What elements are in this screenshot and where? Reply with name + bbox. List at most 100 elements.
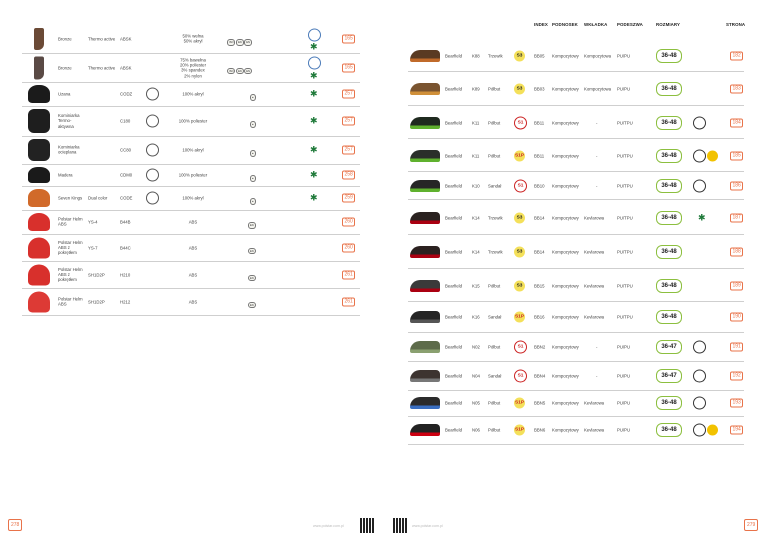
shoe-type: Sandał <box>488 314 502 320</box>
header-toe: PODNOSEK <box>552 22 578 27</box>
page-reference[interactable]: 191 <box>730 342 744 352</box>
shoe-model: K16 <box>472 314 480 320</box>
page-reference[interactable]: 165 <box>342 63 356 72</box>
shoe-index: BB10 <box>534 182 545 188</box>
balaclava-insulated-image <box>28 139 50 161</box>
shoe-toe: Kompozytowy <box>552 53 579 59</box>
page-reference[interactable]: 259 <box>342 193 356 203</box>
safety-class-badge: S1P <box>514 150 525 161</box>
product-name: Polstar Helm ABS <box>58 296 83 307</box>
ce-certification-icon <box>146 143 159 157</box>
shoe-type: Półbut <box>488 344 501 350</box>
right-website[interactable]: www.polstar.com.pl <box>412 524 443 528</box>
right-qr-code <box>393 518 408 533</box>
shoe-brand: Bearfield <box>445 86 462 92</box>
page-reference[interactable]: 257 <box>342 116 356 126</box>
shoe-type: Trzewik <box>488 248 503 254</box>
product-variant: YS-7 <box>88 244 98 250</box>
slip-resistance-icon <box>693 116 706 129</box>
page-reference[interactable]: 188 <box>730 247 744 256</box>
product-code: ABSK <box>120 36 132 42</box>
page-reference[interactable]: 257 <box>342 89 356 99</box>
helmet-red-image <box>28 213 50 231</box>
shoe-image <box>410 50 440 62</box>
balaclava-image <box>28 109 50 133</box>
page-reference[interactable]: 193 <box>730 398 744 408</box>
standard-pictograms: EN <box>248 222 256 229</box>
shoe-insole: Kevlarowa <box>584 248 605 254</box>
safety-class-badge: S3 <box>514 50 525 62</box>
page-reference[interactable]: 185 <box>730 151 744 160</box>
page-reference[interactable]: 183 <box>730 84 744 94</box>
slip-resistance-icon <box>693 179 706 192</box>
slip-resistance-icon <box>693 396 706 410</box>
page-reference[interactable]: 186 <box>730 181 744 190</box>
page-reference[interactable]: 189 <box>730 281 744 290</box>
ce-certification-icon <box>146 191 159 205</box>
page-reference[interactable]: 184 <box>730 118 744 127</box>
beanie-image <box>28 85 50 103</box>
snowflake-icon: ✱ <box>310 144 318 155</box>
standard-pictograms: ISO EN EN <box>227 67 252 75</box>
shoe-brand: Bearfield <box>445 400 462 406</box>
page-reference[interactable]: 261 <box>342 297 356 306</box>
page-reference[interactable]: 192 <box>730 371 744 381</box>
product-code: ABSK <box>120 64 132 70</box>
shoe-insole: Kevlarowa <box>584 282 605 288</box>
shoe-index: BB05 <box>534 53 545 59</box>
page-reference[interactable]: 182 <box>730 51 744 61</box>
page-reference[interactable]: 260 <box>342 243 356 252</box>
shoe-index: BB16 <box>534 314 545 320</box>
product-variant: Dual color <box>88 195 108 201</box>
shoe-model: K11 <box>472 119 480 125</box>
shoe-model: N02 <box>472 344 480 350</box>
page-reference[interactable]: 194 <box>730 425 744 435</box>
page-reference[interactable]: 257 <box>342 145 356 155</box>
right-folio: 279 <box>744 519 759 531</box>
helmet-red-visor-image <box>28 264 50 285</box>
oeko-tex-icon <box>308 28 321 42</box>
shoe-model: N04 <box>472 373 480 379</box>
right-page: INDEX PODNOSEK WKŁADKA PODESZWA ROZMIARY… <box>384 0 768 543</box>
page-reference[interactable]: 261 <box>342 270 356 279</box>
product-code: B44B <box>120 219 131 225</box>
product-code: B44C <box>120 244 131 250</box>
shoe-model: K89 <box>472 86 480 92</box>
shoe-row: Bearfield N02 Półbut S1 BBN2 Kompozytowy - PU/P… <box>408 333 744 362</box>
product-code: H210 <box>120 271 131 277</box>
shoe-image <box>410 279 440 292</box>
size-range-badge: 36-48 <box>656 396 682 410</box>
shoe-index: BBN4 <box>534 373 546 379</box>
shoe-index: BB14 <box>534 214 545 220</box>
page-reference[interactable]: 260 <box>342 217 356 227</box>
shoe-toe: Kompozytowy <box>552 427 579 433</box>
product-material: 100% akryl <box>182 91 204 97</box>
standard-pictograms: ● <box>250 175 256 182</box>
page-reference[interactable]: 190 <box>730 312 744 322</box>
shoe-image <box>410 149 440 162</box>
product-material: ABS <box>188 271 198 277</box>
shoe-index: BBN5 <box>534 400 546 406</box>
shoe-image <box>410 179 440 192</box>
safety-class-badge: S1P <box>514 397 525 409</box>
shoe-image <box>410 341 440 353</box>
page-reference[interactable]: 165 <box>342 34 356 44</box>
page-reference[interactable]: 258 <box>342 170 356 180</box>
product-row: Madera CDM0 100% poliester ● ✱ 258 <box>22 164 360 187</box>
shoe-index: BBN6 <box>534 427 546 433</box>
safety-class-badge: S1 <box>514 340 527 354</box>
shoe-insole: Kevlarowa <box>584 314 605 320</box>
shoe-row: Bearfield N06 Półbut S1P BBN6 Kompozytowy Kevl… <box>408 416 744 445</box>
safety-class-badge: S3 <box>514 246 525 257</box>
shoe-toe: Kompozytowy <box>552 182 579 188</box>
size-range-badge: 36-48 <box>656 49 682 63</box>
left-website[interactable]: www.polstar.com.pl <box>313 524 344 528</box>
snowflake-icon: ✱ <box>310 88 318 99</box>
shoe-image <box>410 116 440 129</box>
standard-pictograms: ● <box>250 150 256 157</box>
page-reference[interactable]: 187 <box>730 213 744 222</box>
standard-pictograms: ● <box>250 94 256 101</box>
product-variant: YS-4 <box>88 219 98 225</box>
standard-pictograms: EN <box>248 274 256 282</box>
shoe-insole: - <box>596 152 598 158</box>
